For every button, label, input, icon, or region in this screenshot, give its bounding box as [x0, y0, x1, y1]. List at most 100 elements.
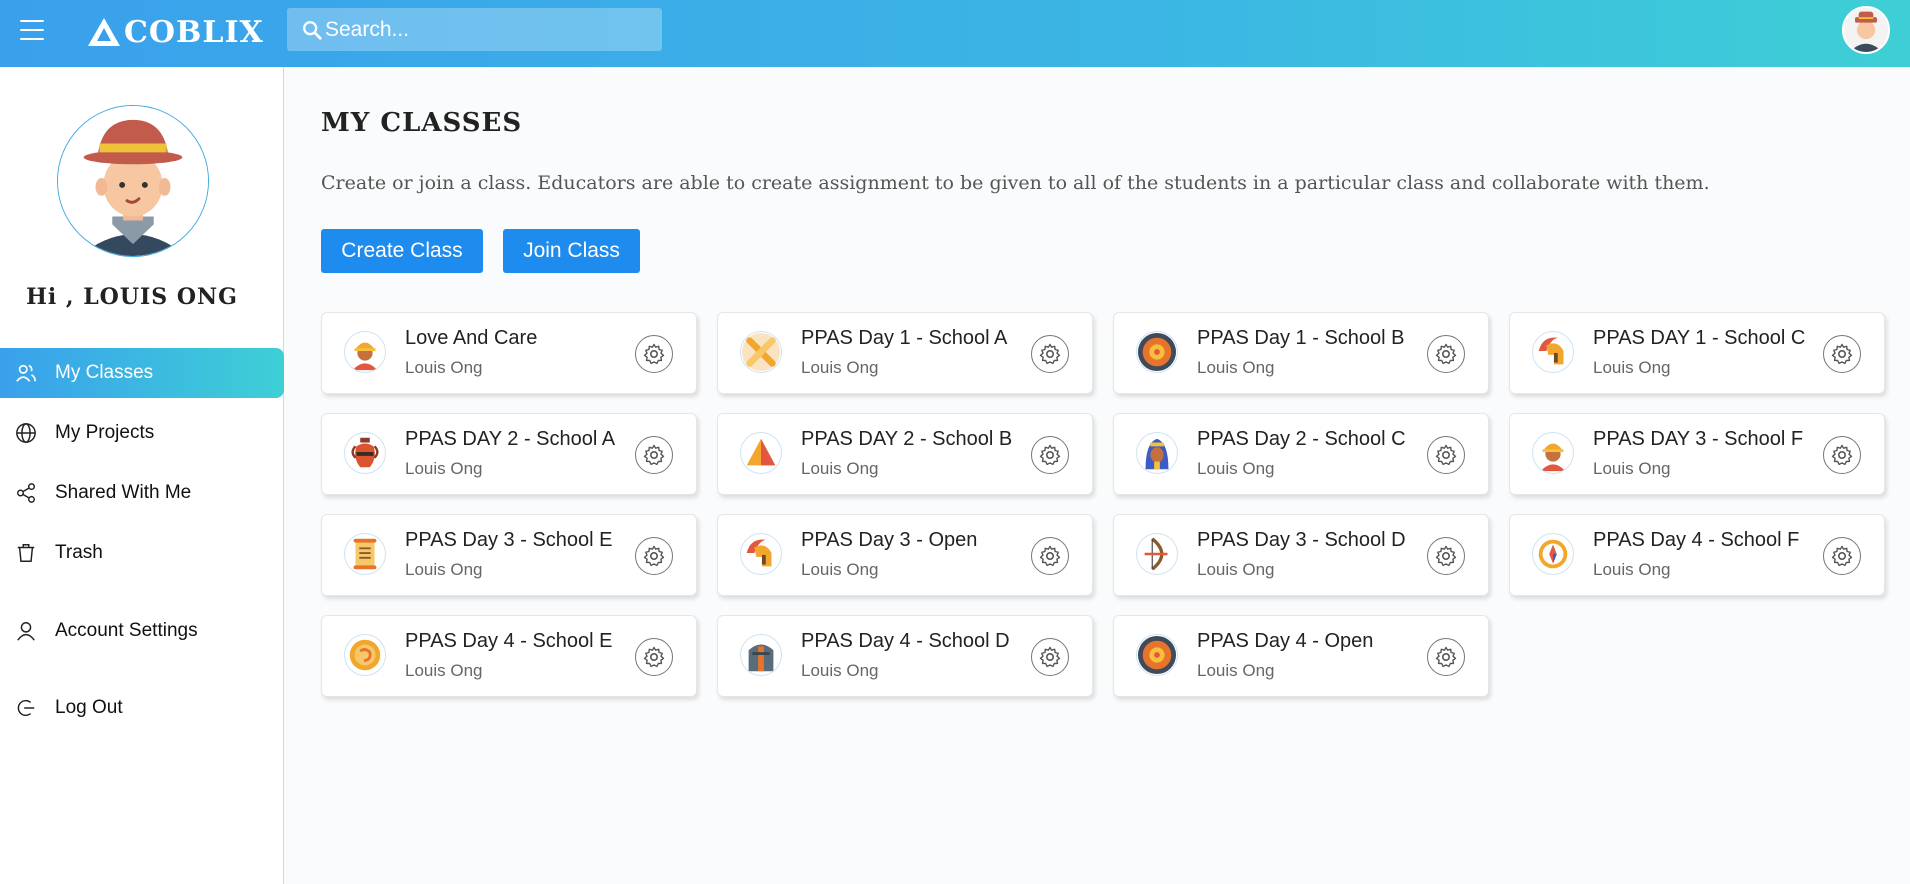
class-card[interactable]: Love And Care Louis Ong: [321, 312, 697, 394]
class-title: PPAS DAY 2 - School B: [801, 428, 1013, 450]
share-icon: [14, 481, 38, 505]
search-input[interactable]: [325, 17, 645, 42]
class-settings-button[interactable]: [1427, 436, 1465, 474]
class-title: PPAS Day 4 - School D: [801, 630, 1010, 652]
sidebar-item-trash[interactable]: Trash: [0, 528, 284, 578]
class-title: PPAS Day 4 - School F: [1593, 529, 1800, 551]
class-owner: Louis Ong: [1593, 459, 1671, 478]
class-settings-button[interactable]: [1823, 537, 1861, 575]
class-card[interactable]: PPAS Day 3 - Open Louis Ong: [717, 514, 1093, 596]
class-title: PPAS Day 2 - School C: [1197, 428, 1406, 450]
class-owner: Louis Ong: [801, 661, 879, 680]
class-settings-button[interactable]: [1031, 638, 1069, 676]
spartan-helmet-icon: [1532, 331, 1574, 373]
class-card[interactable]: PPAS Day 4 - School F Louis Ong: [1509, 514, 1885, 596]
class-title: PPAS Day 1 - School A: [801, 327, 1008, 349]
sidebar-item-label: Log Out: [55, 697, 123, 718]
globe-icon: [14, 421, 38, 445]
knight-icon: [740, 634, 782, 676]
sidebar-item-my-projects[interactable]: My Projects: [0, 408, 284, 458]
gear-icon: [1039, 646, 1061, 668]
create-class-button[interactable]: Create Class: [321, 229, 483, 273]
user-avatar[interactable]: [1842, 6, 1890, 54]
worker-avatar-icon: [344, 331, 386, 373]
logo-text: COBLIX: [124, 14, 264, 50]
profile-avatar: [57, 105, 209, 257]
scroll-icon: [344, 533, 386, 575]
class-settings-button[interactable]: [1427, 537, 1465, 575]
gear-icon: [1435, 545, 1457, 567]
sidebar-item-log-out[interactable]: Log Out: [0, 683, 284, 733]
logout-icon: [14, 696, 38, 720]
class-owner: Louis Ong: [801, 560, 879, 579]
logo-mark-icon: [88, 18, 120, 46]
class-title: PPAS Day 4 - School E: [405, 630, 613, 652]
sidebar: Hi , LOUIS ONG My Classes My Projects Sh…: [0, 67, 284, 884]
class-card[interactable]: PPAS Day 1 - School B Louis Ong: [1113, 312, 1489, 394]
class-card[interactable]: PPAS DAY 1 - School C Louis Ong: [1509, 312, 1885, 394]
class-title: PPAS DAY 2 - School A: [405, 428, 616, 450]
class-settings-button[interactable]: [635, 335, 673, 373]
gear-icon: [1039, 545, 1061, 567]
amphora-icon: [344, 432, 386, 474]
class-card[interactable]: PPAS DAY 3 - School F Louis Ong: [1509, 413, 1885, 495]
class-owner: Louis Ong: [1197, 459, 1275, 478]
class-title: PPAS DAY 1 - School C: [1593, 327, 1806, 349]
class-settings-button[interactable]: [1031, 335, 1069, 373]
class-settings-button[interactable]: [1427, 335, 1465, 373]
gear-icon: [1435, 343, 1457, 365]
page-title: MY CLASSES: [321, 108, 523, 138]
class-settings-button[interactable]: [1823, 436, 1861, 474]
app-logo[interactable]: COBLIX: [86, 12, 264, 52]
gear-icon: [1831, 444, 1853, 466]
class-card[interactable]: PPAS Day 4 - School D Louis Ong: [717, 615, 1093, 697]
class-owner: Louis Ong: [405, 358, 483, 377]
orange-coin-icon: [344, 634, 386, 676]
class-owner: Louis Ong: [801, 358, 879, 377]
crossed-bones-icon: [740, 331, 782, 373]
menu-icon[interactable]: [20, 20, 44, 42]
class-settings-button[interactable]: [635, 638, 673, 676]
trash-icon: [14, 541, 38, 565]
class-settings-button[interactable]: [1427, 638, 1465, 676]
class-settings-button[interactable]: [635, 537, 673, 575]
class-title: Love And Care: [405, 327, 538, 349]
gear-icon: [643, 444, 665, 466]
user-icon: [14, 619, 38, 643]
sidebar-item-label: My Projects: [55, 422, 155, 443]
search-bar: [287, 8, 662, 51]
sidebar-item-shared-with-me[interactable]: Shared With Me: [0, 468, 284, 518]
sidebar-item-label: Trash: [55, 542, 103, 563]
class-owner: Louis Ong: [1197, 358, 1275, 377]
class-title: PPAS DAY 3 - School F: [1593, 428, 1804, 450]
join-class-button[interactable]: Join Class: [503, 229, 640, 273]
class-settings-button[interactable]: [1031, 436, 1069, 474]
class-card[interactable]: PPAS Day 4 - School E Louis Ong: [321, 615, 697, 697]
class-owner: Louis Ong: [405, 459, 483, 478]
class-settings-button[interactable]: [1823, 335, 1861, 373]
class-settings-button[interactable]: [635, 436, 673, 474]
class-owner: Louis Ong: [1593, 358, 1671, 377]
class-card[interactable]: PPAS DAY 2 - School A Louis Ong: [321, 413, 697, 495]
class-owner: Louis Ong: [1197, 661, 1275, 680]
search-icon: [303, 20, 322, 40]
gear-icon: [1039, 444, 1061, 466]
sidebar-item-account-settings[interactable]: Account Settings: [0, 606, 284, 656]
class-card[interactable]: PPAS Day 2 - School C Louis Ong: [1113, 413, 1489, 495]
sun-shield-icon: [1136, 331, 1178, 373]
class-card[interactable]: PPAS Day 4 - Open Louis Ong: [1113, 615, 1489, 697]
class-card[interactable]: PPAS Day 3 - School D Louis Ong: [1113, 514, 1489, 596]
spartan-helmet-icon: [740, 533, 782, 575]
worker-avatar-icon: [1532, 432, 1574, 474]
gear-icon: [1831, 343, 1853, 365]
class-card[interactable]: PPAS Day 3 - School E Louis Ong: [321, 514, 697, 596]
sidebar-item-label: My Classes: [55, 362, 154, 383]
class-settings-button[interactable]: [1031, 537, 1069, 575]
class-owner: Louis Ong: [801, 459, 879, 478]
gear-icon: [1039, 343, 1061, 365]
bow-arrow-icon: [1136, 533, 1178, 575]
gear-icon: [1435, 646, 1457, 668]
class-card[interactable]: PPAS Day 1 - School A Louis Ong: [717, 312, 1093, 394]
class-card[interactable]: PPAS DAY 2 - School B Louis Ong: [717, 413, 1093, 495]
sidebar-item-my-classes[interactable]: My Classes: [0, 348, 284, 398]
